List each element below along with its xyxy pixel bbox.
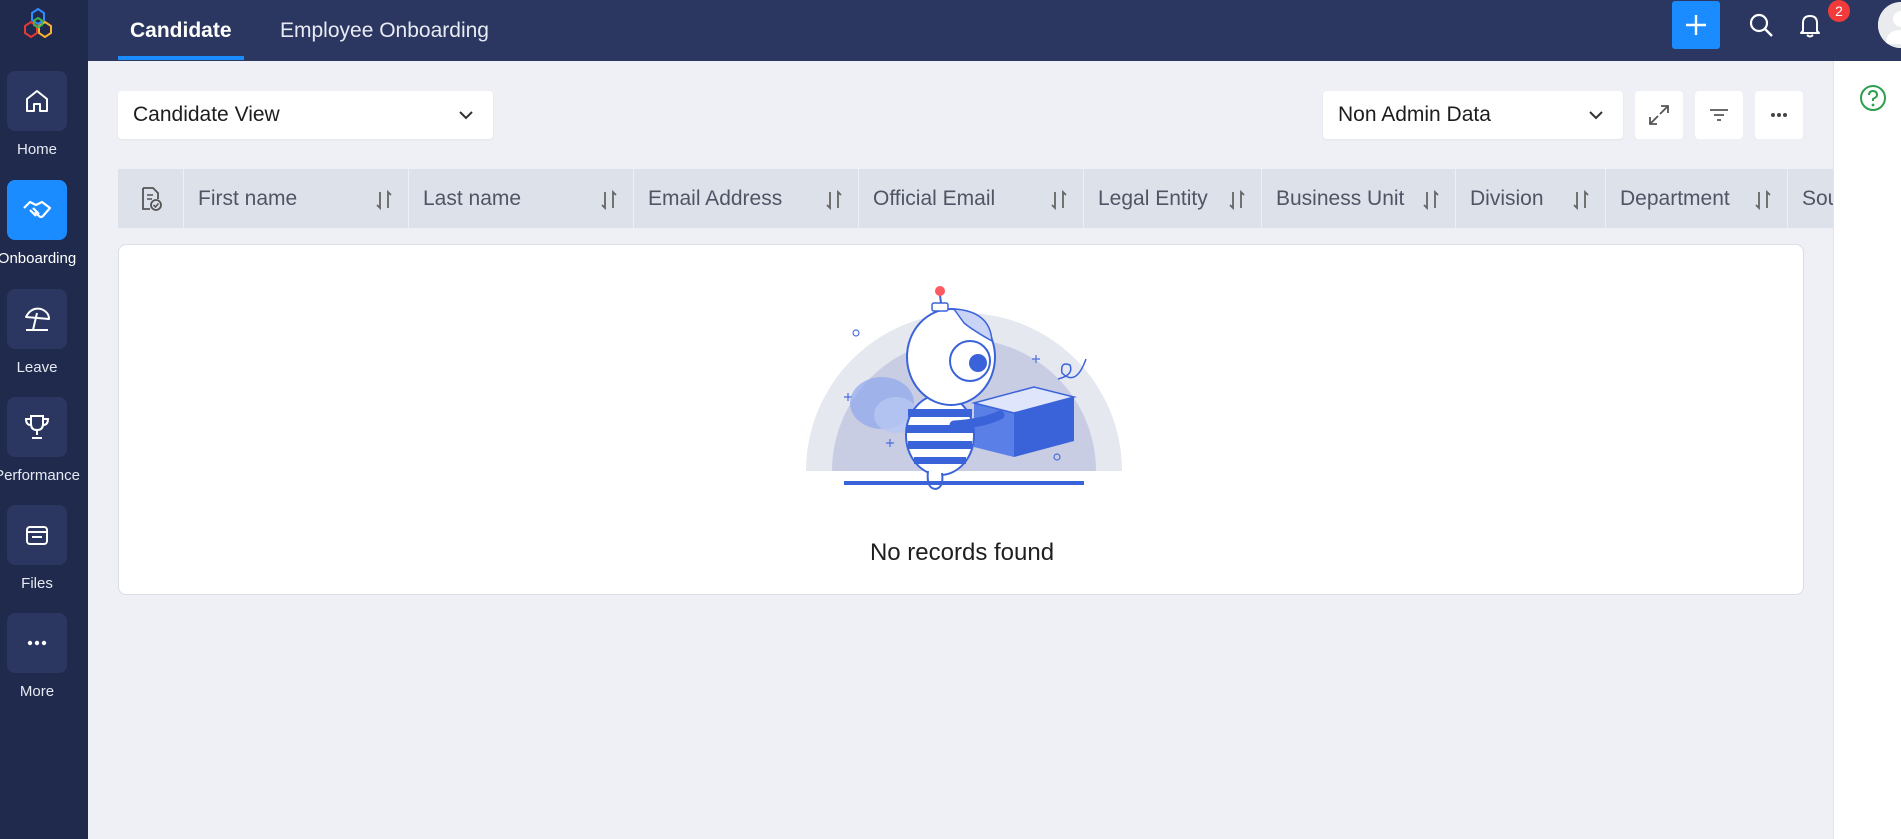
more-icon [27, 640, 47, 646]
left-sidebar: Home Onboarding Leave Performance Files … [0, 0, 88, 839]
nav-box [7, 71, 67, 131]
empty-state-message: No records found [869, 539, 1055, 566]
view-select-value: Candidate View [133, 103, 280, 126]
sidebar-item-label: Performance [0, 467, 80, 484]
notifications-button[interactable] [1793, 8, 1827, 42]
data-filter-select[interactable]: Non Admin Data [1323, 91, 1623, 139]
sort-icon[interactable] [1421, 189, 1441, 211]
sort-icon[interactable] [1227, 189, 1247, 211]
sort-icon[interactable] [1571, 189, 1591, 211]
sort-icon[interactable] [1049, 189, 1069, 211]
sidebar-item-leave[interactable]: Leave [0, 289, 88, 389]
column-header-label: Department [1620, 186, 1730, 210]
column-header-label: Official Email [873, 186, 996, 210]
sort-icon[interactable] [1753, 189, 1773, 211]
column-header-business-unit[interactable]: Business Unit [1262, 169, 1456, 228]
column-header-division[interactable]: Division [1456, 169, 1606, 228]
app-logo-icon[interactable] [20, 6, 56, 42]
sort-icon[interactable] [824, 189, 844, 211]
search-button[interactable] [1744, 8, 1778, 42]
column-header-label: Email Address [648, 186, 783, 210]
nav-box [7, 397, 67, 457]
sidebar-item-label: More [19, 683, 55, 700]
sidebar-item-files[interactable]: Files [0, 505, 88, 605]
nav-box [7, 289, 67, 349]
more-options-button[interactable] [1755, 91, 1803, 139]
sidebar-item-label: Onboarding [0, 250, 77, 267]
column-header-legal-entity[interactable]: Legal Entity [1084, 169, 1262, 228]
home-icon [26, 90, 48, 112]
active-tab-indicator [118, 56, 244, 60]
nav-box [7, 180, 67, 240]
user-avatar-icon [1878, 2, 1901, 48]
folder-icon [26, 526, 48, 545]
column-settings-cell[interactable] [118, 169, 184, 228]
column-header-last-name[interactable]: Last name [409, 169, 634, 228]
top-bar: Candidate Employee Onboarding 2 [88, 0, 1901, 61]
column-header-label: Last name [423, 186, 522, 210]
sidebar-item-home[interactable]: Home [0, 71, 88, 171]
column-header-source[interactable]: Sou [1788, 169, 1833, 228]
handshake-icon [23, 200, 52, 219]
add-button[interactable] [1672, 1, 1720, 49]
expand-button[interactable] [1635, 91, 1683, 139]
column-header-department[interactable]: Department [1606, 169, 1788, 228]
data-filter-select-value: Non Admin Data [1338, 103, 1491, 126]
column-header-label: Division [1470, 186, 1544, 210]
sidebar-item-onboarding[interactable]: Onboarding [0, 180, 88, 280]
sort-icon[interactable] [599, 189, 619, 211]
chevron-down-icon [1589, 111, 1603, 120]
sidebar-item-label: Files [21, 575, 53, 592]
sidebar-item-label: Leave [16, 359, 58, 376]
sidebar-item-label: Home [16, 141, 57, 158]
empty-state-illustration [804, 286, 1124, 495]
filter-button[interactable] [1695, 91, 1743, 139]
trophy-icon [24, 415, 50, 439]
right-rail [1833, 61, 1901, 839]
column-header-label: Business Unit [1276, 186, 1405, 210]
help-icon[interactable] [1858, 83, 1888, 113]
sort-icon[interactable] [374, 189, 394, 211]
more-horizontal-icon [1771, 113, 1787, 117]
column-header-label: First name [198, 186, 298, 210]
notification-count-badge: 2 [1828, 0, 1850, 22]
tab-employee-onboarding[interactable]: Employee Onboarding [280, 0, 489, 61]
empty-state-card: No records found [118, 244, 1804, 595]
nav-box [7, 505, 67, 565]
plus-icon [1686, 15, 1706, 35]
tab-candidate[interactable]: Candidate [130, 0, 232, 61]
umbrella-icon [25, 307, 50, 331]
document-check-icon [142, 186, 162, 211]
table-header: First name Last name Email Address Offic… [118, 169, 1833, 228]
filter-icon [1710, 109, 1728, 121]
expand-icon [1649, 105, 1669, 125]
avatar[interactable] [1878, 2, 1901, 48]
bell-icon [1800, 15, 1820, 38]
nav-box [7, 613, 67, 673]
view-select[interactable]: Candidate View [118, 91, 493, 139]
column-header-label: Sou [1802, 186, 1833, 210]
sidebar-item-performance[interactable]: Performance [0, 397, 88, 497]
column-header-label: Legal Entity [1098, 186, 1208, 210]
chevron-down-icon [459, 111, 473, 120]
search-icon [1749, 13, 1773, 37]
sidebar-item-more[interactable]: More [0, 613, 88, 713]
column-header-official-email[interactable]: Official Email [859, 169, 1084, 228]
column-header-first-name[interactable]: First name [184, 169, 409, 228]
column-header-email-address[interactable]: Email Address [634, 169, 859, 228]
